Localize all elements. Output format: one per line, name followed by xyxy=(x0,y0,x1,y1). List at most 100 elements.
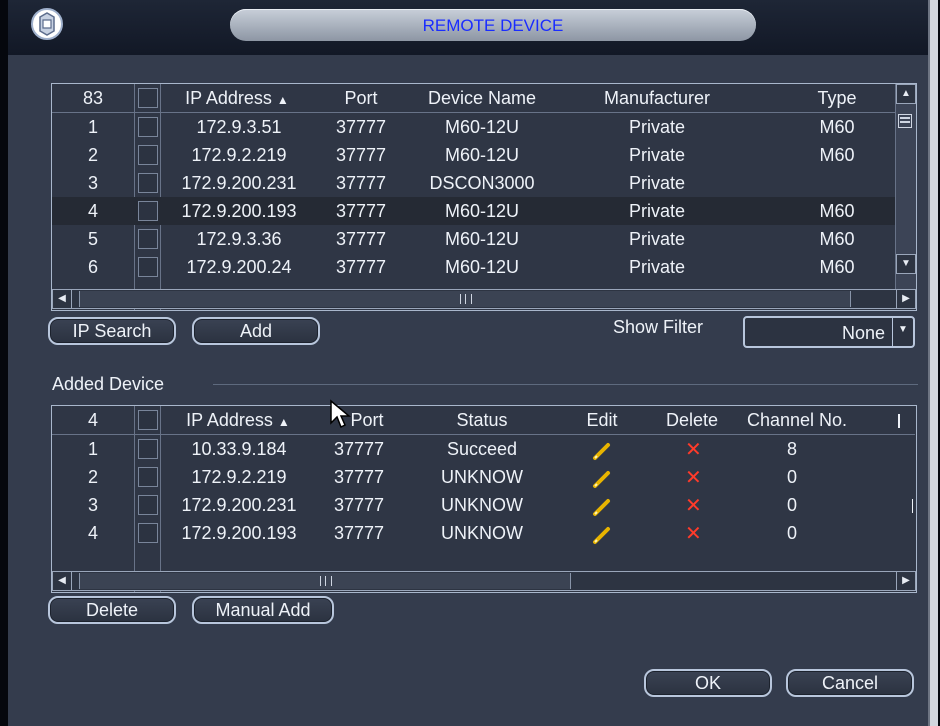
row-ip: 172.9.200.231 xyxy=(181,495,297,515)
ip-search-button[interactable]: IP Search xyxy=(48,317,176,345)
table-row-selected[interactable]: 4 172.9.200.193 37777 M60-12U Private M6… xyxy=(52,197,895,225)
header-port[interactable]: Port xyxy=(330,84,392,112)
header-channel-no[interactable]: Channel No. xyxy=(732,406,862,434)
table-row[interactable]: 2 172.9.2.219 37777 UNKNOW ✕ 0 xyxy=(52,463,915,491)
header-select-all-checkbox[interactable] xyxy=(138,410,158,430)
app-logo-icon xyxy=(31,8,63,40)
add-button[interactable]: Add xyxy=(192,317,320,345)
scroll-down-button[interactable]: ▼ xyxy=(896,254,916,274)
row-number: 3 xyxy=(87,173,98,193)
edit-icon[interactable] xyxy=(592,525,612,545)
row-device-name: M60-12U xyxy=(444,145,520,165)
header-count: 83 xyxy=(82,88,104,108)
row-manufacturer: Private xyxy=(628,229,686,249)
row-manufacturer: Private xyxy=(628,117,686,137)
header-device-name[interactable]: Device Name xyxy=(402,84,562,112)
delete-icon[interactable]: ✕ xyxy=(685,493,702,518)
row-number: 4 xyxy=(87,201,98,221)
row-type: M60 xyxy=(819,257,855,277)
sort-ascending-icon: ▲ xyxy=(276,93,289,107)
window-right-frame xyxy=(930,0,938,726)
row-port: 37777 xyxy=(333,467,385,487)
table-row[interactable]: 3 172.9.200.231 37777 DSCON3000 Private xyxy=(52,169,895,197)
horizontal-scrollbar[interactable]: ◀ ▶ xyxy=(52,289,916,309)
mouse-cursor-icon xyxy=(330,399,351,429)
header-edit: Edit xyxy=(586,410,618,430)
remote-device-window: REMOTE DEVICE 83 IP Address ▲ Port Devic… xyxy=(8,0,938,726)
table-row[interactable]: 4 172.9.200.193 37777 UNKNOW ✕ 0 xyxy=(52,519,915,547)
row-status: Succeed xyxy=(446,439,518,459)
scroll-left-button[interactable]: ◀ xyxy=(52,289,72,309)
delete-icon[interactable]: ✕ xyxy=(685,465,702,490)
row-checkbox[interactable] xyxy=(138,173,158,193)
window-title: REMOTE DEVICE xyxy=(422,16,564,35)
delete-icon[interactable]: ✕ xyxy=(685,437,702,462)
vertical-scrollbar[interactable]: ▲ ▼ xyxy=(895,84,916,289)
table-row[interactable]: 5 172.9.3.36 37777 M60-12U Private M60 xyxy=(52,225,895,253)
row-checkbox[interactable] xyxy=(138,523,158,543)
edit-icon[interactable] xyxy=(592,441,612,461)
row-device-name: M60-12U xyxy=(444,201,520,221)
row-device-name: M60-12U xyxy=(444,117,520,137)
row-ip: 10.33.9.184 xyxy=(191,439,287,459)
scroll-right-button[interactable]: ▶ xyxy=(896,571,916,591)
header-truncated-column xyxy=(898,414,900,428)
horizontal-scroll-thumb[interactable] xyxy=(79,573,571,589)
row-checkbox[interactable] xyxy=(138,201,158,221)
row-checkbox[interactable] xyxy=(138,439,158,459)
delete-icon[interactable]: ✕ xyxy=(685,521,702,546)
header-count: 4 xyxy=(87,410,98,430)
row-ip: 172.9.200.24 xyxy=(186,257,292,277)
header-type[interactable]: Type xyxy=(797,84,877,112)
header-select-all-checkbox[interactable] xyxy=(138,88,158,108)
ok-button[interactable]: OK xyxy=(644,669,772,697)
row-port: 37777 xyxy=(335,117,387,137)
row-checkbox[interactable] xyxy=(138,145,158,165)
header-ip-address[interactable]: IP Address ▲ xyxy=(172,84,302,112)
table-row[interactable]: 1 172.9.3.51 37777 M60-12U Private M60 xyxy=(52,113,895,141)
header-ip-address[interactable]: IP Address ▲ xyxy=(168,406,308,434)
scroll-thumb-icon[interactable] xyxy=(898,114,912,128)
row-checkbox[interactable] xyxy=(138,467,158,487)
edit-icon[interactable] xyxy=(592,497,612,517)
show-filter-label: Show Filter xyxy=(613,317,704,337)
row-port: 37777 xyxy=(333,495,385,515)
row-device-name: M60-12U xyxy=(444,257,520,277)
row-type: M60 xyxy=(819,117,855,137)
row-checkbox[interactable] xyxy=(138,229,158,249)
table-row[interactable]: 6 172.9.200.24 37777 M60-12U Private M60 xyxy=(52,253,895,281)
horizontal-scrollbar[interactable]: ◀ ▶ xyxy=(52,571,916,591)
table-row[interactable]: 1 10.33.9.184 37777 Succeed ✕ 8 xyxy=(52,435,915,463)
scroll-up-button[interactable]: ▲ xyxy=(896,84,916,104)
row-number: 2 xyxy=(87,145,98,165)
manual-add-button[interactable]: Manual Add xyxy=(192,596,334,624)
truncated-column-mark xyxy=(912,499,913,513)
scroll-right-button[interactable]: ▶ xyxy=(896,289,916,309)
row-checkbox[interactable] xyxy=(138,495,158,515)
header-delete: Delete xyxy=(665,410,719,430)
dropdown-arrow-icon: ▼ xyxy=(892,318,913,346)
edit-icon[interactable] xyxy=(592,469,612,489)
row-type: M60 xyxy=(819,229,855,249)
title-bar: REMOTE DEVICE xyxy=(8,0,938,55)
table-row[interactable]: 2 172.9.2.219 37777 M60-12U Private M60 xyxy=(52,141,895,169)
row-ip: 172.9.200.193 xyxy=(181,201,297,221)
row-checkbox[interactable] xyxy=(138,257,158,277)
row-checkbox[interactable] xyxy=(138,117,158,137)
horizontal-scroll-thumb[interactable] xyxy=(79,291,851,307)
filter-value: None xyxy=(841,323,885,343)
remote-device-table: 83 IP Address ▲ Port Device Name Manufac… xyxy=(51,83,917,311)
cancel-button[interactable]: Cancel xyxy=(786,669,914,697)
row-manufacturer: Private xyxy=(628,201,686,221)
header-manufacturer[interactable]: Manufacturer xyxy=(572,84,742,112)
row-channel: 0 xyxy=(786,523,797,543)
added-device-table: 4 IP Address ▲ Port Status Edit Delete C… xyxy=(51,405,917,593)
header-status[interactable]: Status xyxy=(412,406,552,434)
header-ip-address-label: IP Address xyxy=(185,88,272,108)
delete-button[interactable]: Delete xyxy=(48,596,176,624)
row-type: M60 xyxy=(819,201,855,221)
row-port: 37777 xyxy=(335,145,387,165)
table-row[interactable]: 3 172.9.200.231 37777 UNKNOW ✕ 0 xyxy=(52,491,915,519)
show-filter-select[interactable]: None ▼ xyxy=(743,316,915,348)
scroll-left-button[interactable]: ◀ xyxy=(52,571,72,591)
